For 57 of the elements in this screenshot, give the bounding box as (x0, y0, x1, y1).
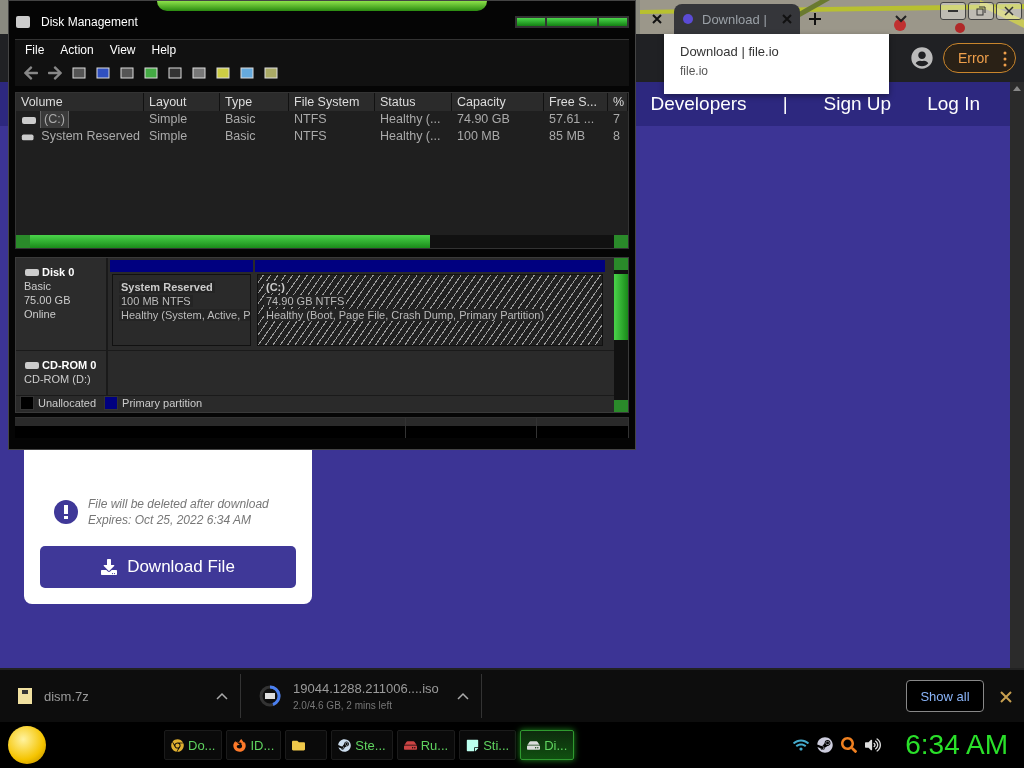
download-file-button[interactable]: Download File (40, 546, 296, 588)
table-cell-text: Healthy (... (379, 128, 442, 145)
disk-name: CD-ROM 0 (24, 359, 106, 371)
column-header[interactable]: Layout (144, 93, 220, 111)
table-cell-text: 57.61 ... (548, 111, 596, 128)
table-cell-text: Basic (224, 111, 257, 128)
table-cell-text: NTFS (293, 111, 328, 128)
download-item[interactable]: 19044.1288.211006....iso 2.0/4.6 GB, 2 mins left (241, 674, 482, 718)
tooltip-title: Download | file.io (680, 44, 780, 59)
taskbar-button[interactable]: Ste... (331, 730, 393, 760)
menu-item[interactable]: Help (151, 40, 177, 60)
table-cell-text: Healthy (... (379, 111, 442, 128)
expiry-notice: File will be deleted after download Expires: Oct 25, 2022 6:34 AM (88, 496, 269, 528)
download-item[interactable]: dism.7z (0, 674, 241, 718)
table-cell-text: 74.90 GB (456, 111, 511, 128)
disk-info: Basic (24, 280, 52, 292)
error-button[interactable]: Error (942, 43, 1016, 73)
menu-item[interactable]: View (109, 40, 136, 60)
nav-link[interactable]: | (782, 93, 788, 115)
table-cell-text: Simple (148, 111, 189, 128)
column-header[interactable]: Capacity (452, 93, 544, 111)
taskbar-button[interactable]: ID... (226, 730, 282, 760)
table-cell-text: 8 (612, 128, 621, 145)
column-header[interactable]: Free S... (544, 93, 608, 111)
column-header[interactable]: Status (375, 93, 452, 111)
table-cell-text: 7 (612, 111, 621, 128)
taskbar-button[interactable]: Ru... (396, 730, 456, 760)
browser-tab[interactable]: Download | (674, 4, 800, 34)
disk-info: Online (24, 308, 57, 320)
tooltip-url: file.io (680, 64, 709, 78)
clock: 6:34 AM (905, 729, 1008, 761)
table-cell[interactable]: System Reserved (37, 128, 144, 145)
nav-link[interactable]: Sign Up (823, 93, 892, 115)
window-title: Disk Management (41, 15, 138, 29)
menu-item[interactable]: Action (60, 40, 94, 60)
column-header[interactable]: Type (220, 93, 289, 111)
taskbar-button[interactable]: Di... (520, 730, 575, 760)
nav-link[interactable]: Log In (927, 93, 980, 115)
legend-label: Primary partition (122, 397, 203, 409)
disk-name: Disk 0 (24, 266, 106, 278)
table-cell-text: Simple (148, 128, 189, 145)
column-header[interactable]: File System (289, 93, 375, 111)
nav-link[interactable]: Developers (650, 93, 747, 115)
menu-item[interactable]: File (25, 40, 45, 60)
column-header[interactable]: % (608, 93, 628, 111)
show-all-button[interactable]: Show all (906, 680, 984, 712)
table-cell-text: Basic (224, 128, 257, 145)
disk-info: CD-ROM (D:) (24, 373, 92, 385)
legend-label: Unallocated (38, 397, 97, 409)
column-header[interactable]: Volume (16, 93, 144, 111)
table-cell[interactable]: (C:) (40, 111, 69, 128)
taskbar-button[interactable]: Sti... (459, 730, 517, 760)
table-cell-text: 85 MB (548, 128, 587, 145)
taskbar-button[interactable]: Do... (164, 730, 223, 760)
disk-info: 75.00 GB (24, 294, 72, 306)
table-cell-text: NTFS (293, 128, 328, 145)
table-cell-text: 100 MB (456, 128, 502, 145)
